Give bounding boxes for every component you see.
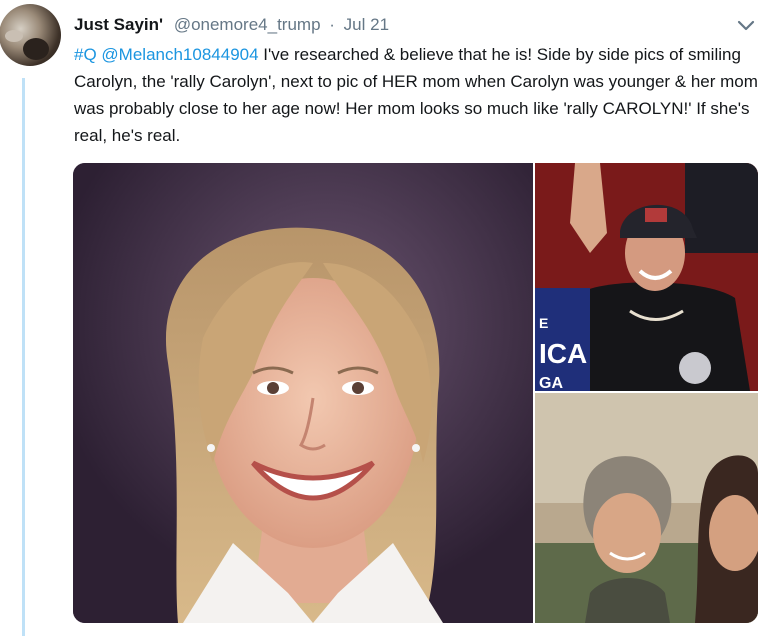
photo-smiling-woman[interactable] — [73, 163, 533, 623]
photo-mother-and-daughter[interactable] — [535, 393, 758, 623]
photo-rally-woman[interactable]: ICA GA E — [535, 163, 758, 391]
rally-sign-text: ICA — [539, 338, 587, 369]
tweet-text: #Q @Melanch10844904 I've researched & be… — [74, 41, 764, 149]
mention-link[interactable]: @Melanch10844904 — [101, 45, 258, 64]
hashtag-link[interactable]: #Q — [74, 45, 97, 64]
avatar[interactable] — [0, 4, 61, 66]
avatar-dog-snout — [5, 30, 23, 42]
tweet-header: Just Sayin' @onemore4_trump · Jul 21 — [74, 14, 389, 36]
avatar-dog-ear — [23, 38, 49, 60]
media-grid: ICA GA E — [73, 163, 758, 623]
header-separator: · — [329, 15, 335, 34]
author-handle[interactable]: @onemore4_trump — [174, 15, 321, 34]
rally-sign-letter: E — [539, 315, 548, 331]
rally-sign-text-2: GA — [539, 375, 563, 391]
chevron-down-icon[interactable] — [736, 16, 756, 36]
author-name[interactable]: Just Sayin' — [74, 15, 163, 34]
thread-line — [22, 78, 25, 636]
tweet[interactable]: Just Sayin' @onemore4_trump · Jul 21 #Q … — [0, 0, 779, 636]
tweet-date[interactable]: Jul 21 — [344, 15, 389, 34]
